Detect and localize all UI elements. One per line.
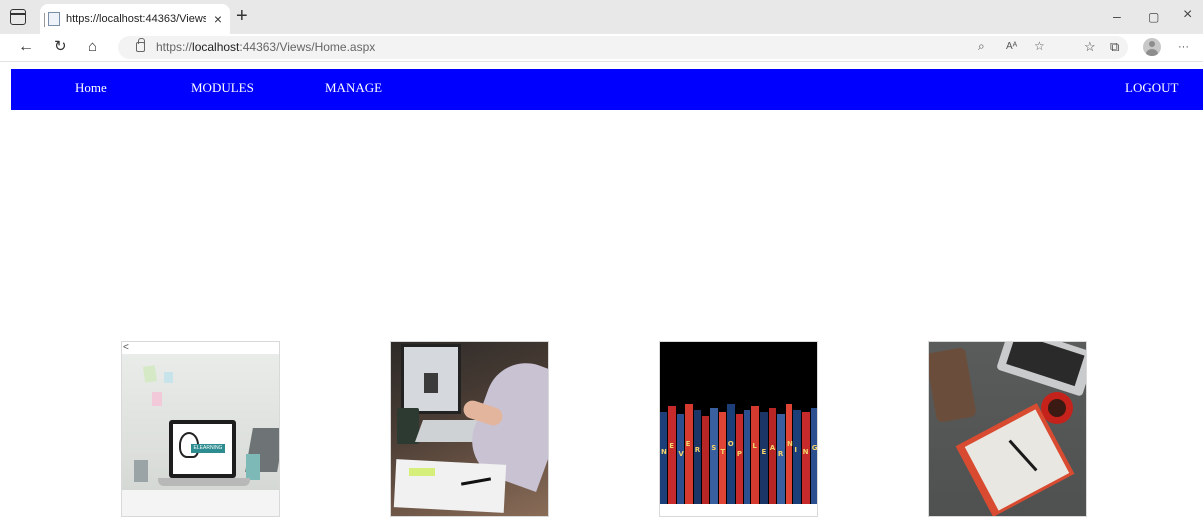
book-spine: P	[735, 414, 744, 504]
card-caret-text: <	[123, 342, 129, 353]
book-letter: A	[769, 444, 776, 452]
desk-surface	[122, 490, 279, 516]
book-spine	[744, 410, 751, 504]
book-spine: G	[810, 408, 818, 504]
card-image-bottom	[660, 504, 817, 516]
book-spine	[702, 416, 710, 504]
book-letter: R	[694, 446, 701, 454]
highlighter-shape	[409, 468, 435, 476]
book-spine: O	[726, 404, 735, 504]
address-bar[interactable]: https://localhost:44363/Views/Home.aspx …	[118, 36, 1128, 59]
sticky-note	[152, 392, 162, 406]
nav-home-link[interactable]: Home	[75, 80, 107, 96]
book-letter: R	[777, 450, 784, 458]
book-spine: I	[793, 410, 801, 504]
book-spine: A	[768, 408, 776, 504]
book-spine: N	[801, 412, 810, 504]
book-spine: N	[660, 412, 668, 504]
book-spine: T	[719, 412, 726, 504]
mug-shape	[134, 460, 148, 482]
book-letter: E	[669, 442, 675, 450]
book-letter: E	[685, 440, 691, 448]
sticky-note	[142, 365, 158, 383]
book-letter: O	[727, 440, 734, 448]
refresh-icon[interactable]: ↻	[54, 38, 67, 56]
coffee-shape	[1048, 399, 1066, 417]
close-window-button[interactable]: ×	[1183, 6, 1192, 24]
profile-avatar-icon[interactable]	[1143, 38, 1161, 56]
lock-icon[interactable]	[136, 38, 145, 52]
laptop-base	[158, 478, 250, 486]
book-letter: S	[711, 444, 717, 452]
book-spine: V	[677, 414, 684, 504]
book-spine: S	[710, 408, 719, 504]
back-arrow-icon[interactable]: ←	[18, 38, 34, 56]
site-navbar: Home MODULES MANAGE LOGOUT	[11, 69, 1203, 110]
book-spine: L	[751, 406, 760, 504]
home-icon[interactable]: ⌂	[88, 38, 97, 56]
elearning-badge: ELEARNING	[191, 444, 225, 453]
laptop-screen-content: ELEARNING	[173, 424, 232, 474]
search-icon[interactable]: ⌕	[978, 39, 985, 54]
book-spine: N	[786, 404, 793, 504]
book-spine: E	[760, 412, 768, 504]
book-letter: I	[794, 446, 797, 454]
book-letter: N	[802, 448, 809, 456]
sticky-note	[164, 372, 173, 383]
browser-toolbar: ← ↻ ⌂ https://localhost:44363/Views/Home…	[0, 34, 1203, 62]
url-path: :44363/Views/Home.aspx	[239, 40, 376, 54]
monitor-shape	[401, 344, 461, 414]
book-letter: P	[736, 450, 742, 458]
page-favicon-icon	[44, 12, 60, 27]
add-favorite-icon[interactable]: ☆	[1034, 39, 1045, 53]
settings-menu-button[interactable]: ···	[1178, 41, 1189, 53]
book-letter: L	[752, 442, 757, 450]
book-spine: R	[776, 414, 786, 504]
url-text[interactable]: https://localhost:44363/Views/Home.aspx	[156, 40, 375, 54]
nav-logout-link[interactable]: LOGOUT	[1125, 80, 1178, 96]
book-spine: E	[684, 404, 693, 504]
book-letter: G	[811, 444, 818, 452]
book-row: NEVERSTOPLEARNING	[660, 404, 818, 504]
new-tab-button[interactable]: +	[236, 6, 248, 26]
laptop-screen: ELEARNING	[169, 420, 236, 478]
image-card-elearning[interactable]: ELEARNING <	[121, 341, 280, 517]
tab-title: https://localhost:44363/Views/H	[66, 13, 206, 25]
browser-tab-strip: https://localhost:44363/Views/H × + – ▢ …	[0, 0, 1203, 34]
mug-shape	[246, 454, 260, 480]
image-card-typing[interactable]	[390, 341, 549, 517]
collections-icon[interactable]: ⧉	[1110, 39, 1119, 55]
image-card-notebook-desk[interactable]	[928, 341, 1087, 517]
book-letter: N	[661, 448, 667, 456]
book-letter: E	[761, 448, 767, 456]
tab-actions-icon[interactable]	[10, 9, 26, 25]
favorites-icon[interactable]: ☆	[1084, 39, 1096, 55]
book-spine: R	[693, 410, 702, 504]
book-spine: E	[668, 406, 677, 504]
url-domain: localhost	[192, 40, 240, 54]
nav-modules-link[interactable]: MODULES	[191, 80, 254, 96]
nav-manage-link[interactable]: MANAGE	[325, 80, 382, 96]
book-letter: N	[787, 440, 793, 448]
browser-tab[interactable]: https://localhost:44363/Views/H ×	[40, 4, 230, 34]
restore-button[interactable]: ▢	[1148, 10, 1159, 24]
book-letter: V	[678, 450, 684, 458]
url-scheme: https://	[156, 40, 193, 54]
tab-close-icon[interactable]: ×	[214, 11, 222, 27]
minimize-button[interactable]: –	[1113, 8, 1121, 24]
read-aloud-icon[interactable]: Aᴬ	[1006, 41, 1017, 52]
book-letter: T	[720, 448, 726, 456]
image-card-never-stop-learning[interactable]: NEVERSTOPLEARNING	[659, 341, 818, 517]
monitor-content	[424, 373, 438, 393]
